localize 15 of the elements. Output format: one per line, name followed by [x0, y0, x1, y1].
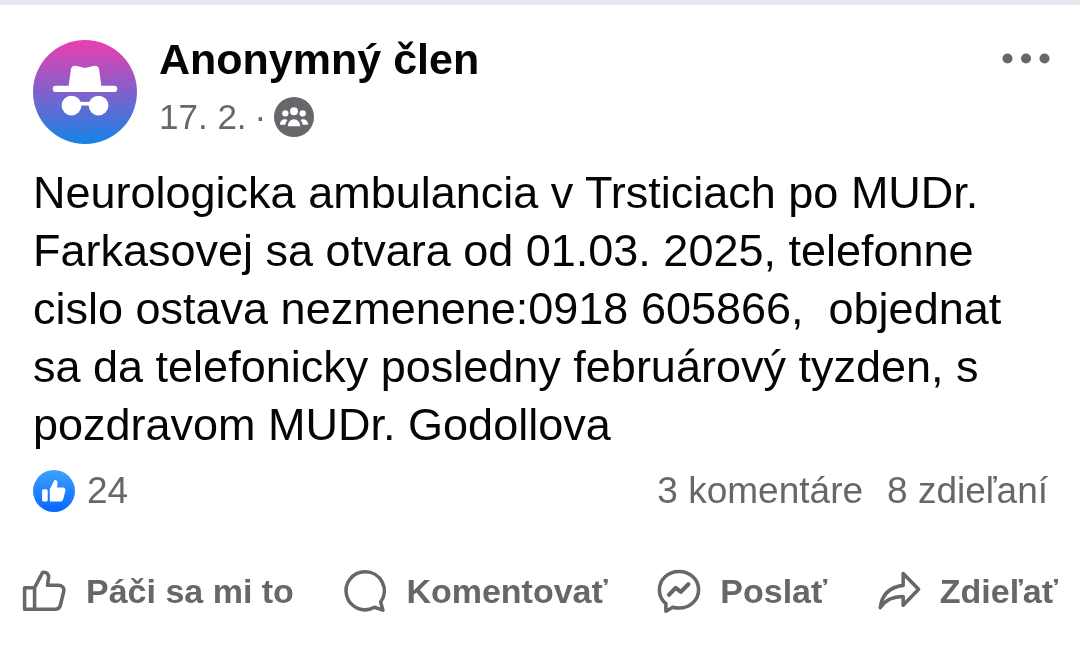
post-text: Neurologicka ambulancia v Trsticiach po MUDr. Farkasovej sa otvara od 01.03. 2025, telefonne cislo ostava nezmenene:0918 605866, objednat sa da telefonicky posledny februárový tyzden, s pozdravom MUDr. Godollova: [33, 166, 1003, 452]
separator: ·: [254, 97, 267, 137]
like-count[interactable]: 24: [87, 470, 129, 512]
thumbs-up-badge-icon: [33, 470, 75, 512]
hat-and-glasses-avatar-icon: [33, 40, 137, 144]
comment-button[interactable]: Komentovať: [340, 566, 608, 616]
send-button[interactable]: Poslať: [654, 566, 828, 616]
comment-count[interactable]: 3 komentáre: [657, 470, 864, 512]
share-count[interactable]: 8 zdieľaní: [887, 470, 1048, 512]
like-button[interactable]: Páči sa mi to: [20, 566, 294, 616]
share-button[interactable]: Zdieľať: [873, 566, 1058, 616]
more-options-icon[interactable]: [1002, 53, 1050, 64]
post-date[interactable]: 17. 2.: [159, 97, 247, 137]
author-name[interactable]: Anonymný člen: [159, 35, 480, 83]
group-members-icon: [274, 97, 315, 137]
